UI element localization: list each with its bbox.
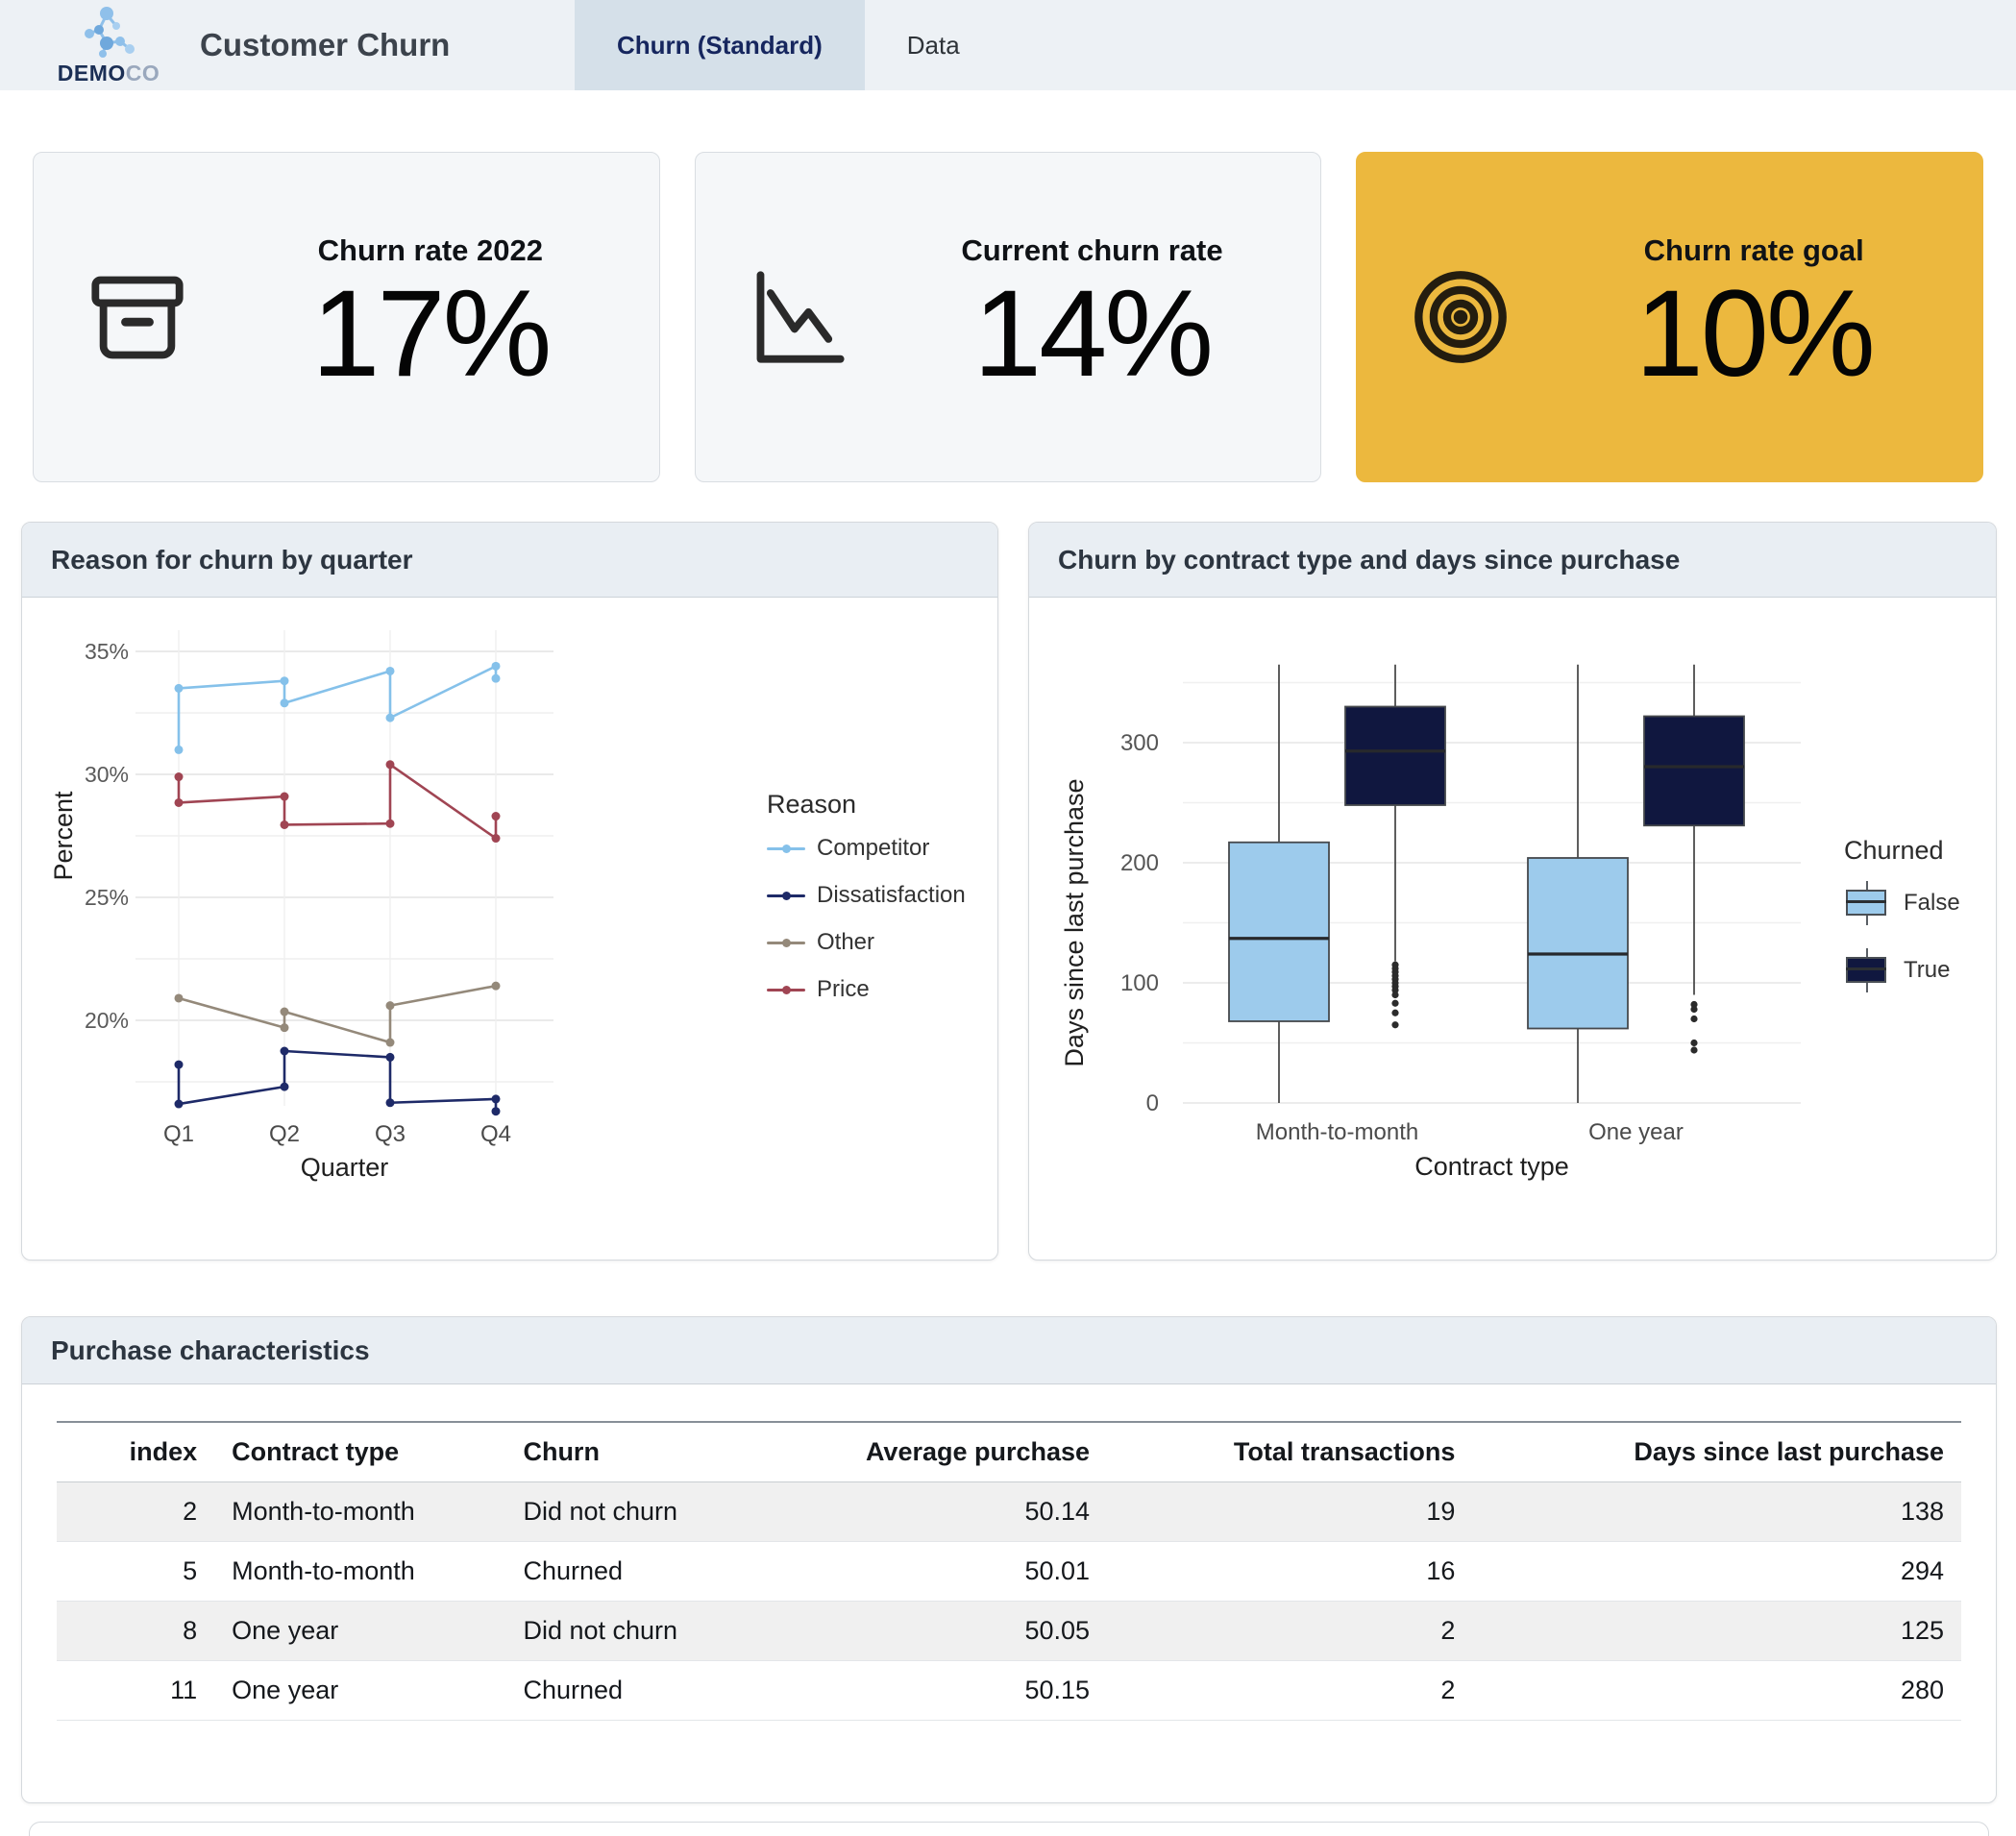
tab-churn-standard[interactable]: Churn (Standard) bbox=[575, 0, 865, 90]
tab-bar: Churn (Standard) Data bbox=[575, 0, 1002, 90]
table-cell: 2 bbox=[1107, 1661, 1472, 1721]
svg-text:20%: 20% bbox=[85, 1008, 129, 1033]
table-cell: 50.15 bbox=[828, 1661, 1107, 1721]
svg-text:Month-to-month: Month-to-month bbox=[1256, 1119, 1418, 1145]
table-cell: 11 bbox=[57, 1661, 214, 1721]
table-cell: Month-to-month bbox=[214, 1542, 505, 1602]
kpi-label: Current churn rate bbox=[961, 233, 1222, 268]
archive-box-icon bbox=[34, 267, 240, 367]
table-cell: 294 bbox=[1472, 1542, 1961, 1602]
table-header-cell: index bbox=[57, 1422, 214, 1482]
svg-text:35%: 35% bbox=[85, 639, 129, 664]
legend-item-dissatisfaction: Dissatisfaction bbox=[767, 882, 966, 909]
svg-text:100: 100 bbox=[1120, 970, 1159, 996]
panel-title: Purchase characteristics bbox=[22, 1317, 1996, 1384]
legend-item-true: True bbox=[1844, 948, 1960, 992]
panel-churn-by-contract: Churn by contract type and days since pu… bbox=[1028, 522, 1997, 1261]
line-swatch bbox=[767, 989, 805, 991]
boxplot-swatch bbox=[1844, 948, 1890, 992]
kpi-value: 10% bbox=[1635, 268, 1873, 401]
table-cell: Did not churn bbox=[505, 1602, 827, 1661]
table-cell: Churned bbox=[505, 1542, 827, 1602]
table-cell: One year bbox=[214, 1602, 505, 1661]
table-row: 11One yearChurned50.152280 bbox=[57, 1661, 1961, 1721]
svg-text:0: 0 bbox=[1146, 1090, 1159, 1116]
table-header-cell: Days since last purchase bbox=[1472, 1422, 1961, 1482]
next-card-edge bbox=[29, 1822, 1989, 1836]
kpi-card-churn-2022: Churn rate 2022 17% bbox=[33, 152, 660, 482]
table-cell: 16 bbox=[1107, 1542, 1472, 1602]
svg-text:25%: 25% bbox=[85, 885, 129, 910]
line-swatch bbox=[767, 942, 805, 944]
table-cell: Churned bbox=[505, 1661, 827, 1721]
democo-logo-icon bbox=[78, 5, 139, 59]
legend-item-competitor: Competitor bbox=[767, 835, 966, 862]
table-header-row: indexContract typeChurnAverage purchaseT… bbox=[57, 1422, 1961, 1482]
svg-text:Q4: Q4 bbox=[480, 1121, 511, 1147]
svg-text:Quarter: Quarter bbox=[301, 1153, 389, 1182]
panel-title: Reason for churn by quarter bbox=[22, 523, 997, 598]
table-cell: Did not churn bbox=[505, 1482, 827, 1542]
kpi-value: 17% bbox=[311, 268, 549, 401]
table-cell: One year bbox=[214, 1661, 505, 1721]
panel-purchase-characteristics: Purchase characteristics indexContract t… bbox=[21, 1316, 1997, 1803]
svg-text:Percent: Percent bbox=[49, 791, 78, 881]
legend-item-price: Price bbox=[767, 976, 966, 1003]
svg-text:One year: One year bbox=[1588, 1119, 1684, 1145]
svg-text:Q2: Q2 bbox=[269, 1121, 300, 1147]
reason-legend: Reason Competitor Dissatisfaction Other … bbox=[767, 790, 966, 1023]
table-header-cell: Churn bbox=[505, 1422, 827, 1482]
legend-item-other: Other bbox=[767, 929, 966, 956]
table-row: 8One yearDid not churn50.052125 bbox=[57, 1602, 1961, 1661]
table-cell: 280 bbox=[1472, 1661, 1961, 1721]
kpi-label: Churn rate goal bbox=[1644, 233, 1864, 268]
churned-legend: Churned False True bbox=[1844, 836, 1960, 1016]
kpi-row: Churn rate 2022 17% Current churn rate 1… bbox=[33, 152, 1983, 482]
svg-text:30%: 30% bbox=[85, 762, 129, 787]
table-cell: 2 bbox=[1107, 1602, 1472, 1661]
svg-text:300: 300 bbox=[1120, 730, 1159, 756]
democo-logo-text: DEMOCO bbox=[58, 61, 160, 86]
table-cell: 50.14 bbox=[828, 1482, 1107, 1542]
panel-title: Churn by contract type and days since pu… bbox=[1029, 523, 1996, 598]
table-cell: 19 bbox=[1107, 1482, 1472, 1542]
svg-text:Days since last purchase: Days since last purchase bbox=[1060, 778, 1089, 1066]
tab-data[interactable]: Data bbox=[865, 0, 1002, 90]
line-swatch bbox=[767, 847, 805, 850]
svg-text:200: 200 bbox=[1120, 850, 1159, 876]
table-row: 2Month-to-monthDid not churn50.1419138 bbox=[57, 1482, 1961, 1542]
purchase-table: indexContract typeChurnAverage purchaseT… bbox=[57, 1421, 1961, 1721]
legend-title: Churned bbox=[1844, 836, 1960, 866]
table-cell: 50.01 bbox=[828, 1542, 1107, 1602]
legend-item-false: False bbox=[1844, 881, 1960, 925]
legend-title: Reason bbox=[767, 790, 966, 820]
svg-text:Contract type: Contract type bbox=[1414, 1152, 1569, 1181]
svg-text:Q3: Q3 bbox=[375, 1121, 406, 1147]
page-title: Customer Churn bbox=[200, 27, 575, 63]
app-header: DEMOCO Customer Churn Churn (Standard) D… bbox=[0, 0, 2016, 90]
table-cell: 5 bbox=[57, 1542, 214, 1602]
kpi-label: Churn rate 2022 bbox=[318, 233, 543, 268]
table-cell: 2 bbox=[57, 1482, 214, 1542]
table-cell: 8 bbox=[57, 1602, 214, 1661]
table-row: 5Month-to-monthChurned50.0116294 bbox=[57, 1542, 1961, 1602]
kpi-card-current-churn: Current churn rate 14% bbox=[695, 152, 1322, 482]
kpi-value: 14% bbox=[973, 268, 1211, 401]
trend-line-icon bbox=[696, 267, 902, 367]
line-swatch bbox=[767, 894, 805, 897]
table-cell: 125 bbox=[1472, 1602, 1961, 1661]
boxplot-swatch bbox=[1844, 881, 1890, 925]
democo-logo: DEMOCO bbox=[37, 0, 181, 90]
table-cell: Month-to-month bbox=[214, 1482, 505, 1542]
table-header-cell: Average purchase bbox=[828, 1422, 1107, 1482]
panel-reason-for-churn: Reason for churn by quarter 20% 25% 30% 35%… bbox=[21, 522, 998, 1261]
table-cell: 50.05 bbox=[828, 1602, 1107, 1661]
target-icon bbox=[1357, 267, 1563, 367]
kpi-card-churn-goal: Churn rate goal 10% bbox=[1356, 152, 1983, 482]
svg-text:Q1: Q1 bbox=[163, 1121, 194, 1147]
table-header-cell: Contract type bbox=[214, 1422, 505, 1482]
table-cell: 138 bbox=[1472, 1482, 1961, 1542]
table-header-cell: Total transactions bbox=[1107, 1422, 1472, 1482]
